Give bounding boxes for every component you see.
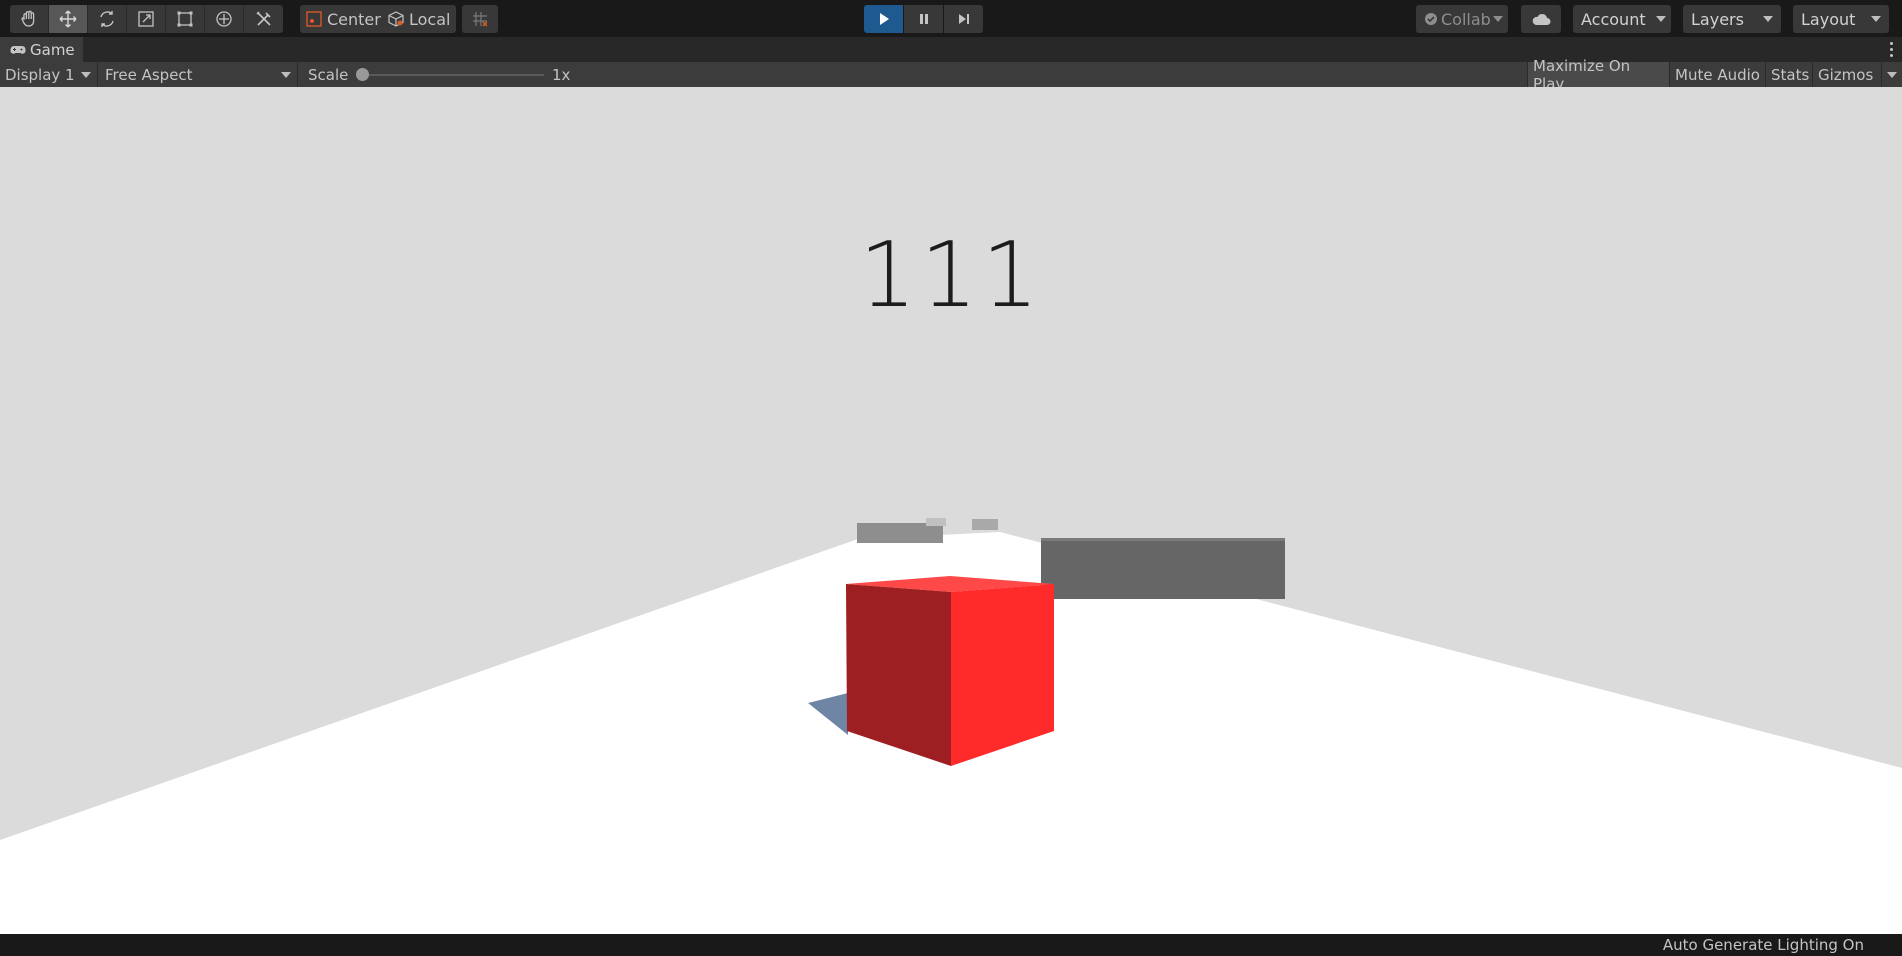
custom-tool-button[interactable]	[244, 5, 283, 33]
scale-tool-button[interactable]	[127, 5, 166, 33]
layout-caret-icon	[1871, 16, 1881, 22]
distant-obstacle	[926, 518, 946, 526]
stats-label: Stats	[1771, 65, 1810, 84]
pivot-rotation-toggle[interactable]: Local	[382, 5, 457, 33]
scale-slider-track[interactable]	[360, 74, 544, 76]
layers-label: Layers	[1691, 9, 1744, 29]
account-caret-icon	[1655, 16, 1666, 22]
tab-game[interactable]: Game	[0, 37, 83, 62]
cloud-icon	[1532, 13, 1551, 25]
distant-obstacle	[972, 519, 998, 530]
display-select-label: Display 1	[5, 65, 75, 84]
stats-toggle[interactable]: Stats	[1765, 62, 1812, 87]
hand-icon	[21, 10, 35, 27]
aspect-select-label: Free Aspect	[105, 65, 193, 84]
collab-label: Collab	[1441, 9, 1491, 29]
aspect-caret-icon	[281, 72, 291, 78]
layout-dropdown[interactable]: Layout	[1793, 5, 1889, 33]
pause-button[interactable]	[904, 5, 943, 33]
scale-slider-thumb[interactable]	[356, 68, 369, 81]
collab-check-icon	[1425, 13, 1437, 25]
layers-caret-icon	[1763, 16, 1773, 22]
move-arrows-icon	[59, 10, 77, 28]
score-text: 111	[859, 223, 1043, 328]
rect-tool-button[interactable]	[166, 5, 205, 33]
main-toolbar: Center Local Collab Account Layers Layou…	[0, 0, 1902, 37]
collab-dropdown[interactable]: Collab	[1416, 5, 1508, 33]
account-label: Account	[1581, 9, 1646, 29]
mute-audio-toggle[interactable]: Mute Audio	[1669, 62, 1772, 87]
game-viewport[interactable]: 111	[0, 87, 1902, 934]
play-button[interactable]	[864, 5, 903, 33]
transform-tool-button[interactable]	[205, 5, 244, 33]
mute-audio-label: Mute Audio	[1675, 65, 1760, 84]
scale-label: Scale	[308, 65, 349, 84]
pivot-center-icon	[306, 11, 322, 27]
gizmos-label: Gizmos	[1818, 65, 1874, 84]
move-tool-button[interactable]	[49, 5, 88, 33]
cloud-button[interactable]	[1521, 5, 1561, 33]
transform-icon	[216, 11, 232, 27]
pivot-mode-label: Center	[327, 9, 381, 29]
layers-dropdown[interactable]: Layers	[1683, 5, 1781, 33]
display-caret-icon	[81, 72, 91, 78]
gamepad-icon	[10, 45, 26, 54]
tools-icon	[255, 11, 271, 26]
step-icon	[958, 14, 969, 24]
aspect-select[interactable]: Free Aspect	[100, 62, 298, 87]
maximize-on-play-toggle[interactable]: Maximize On Play	[1527, 57, 1669, 93]
account-dropdown[interactable]: Account	[1573, 5, 1671, 33]
rect-transform-icon	[177, 11, 193, 27]
obstacle-block	[1041, 539, 1285, 599]
play-icon	[879, 13, 889, 25]
tab-menu-kebab-icon[interactable]	[1886, 40, 1896, 58]
game-options-bar: Display 1 Free Aspect Scale 1x Maximize …	[0, 57, 1902, 93]
pivot-rotation-label: Local	[409, 9, 451, 29]
game-scene	[0, 87, 1902, 934]
layout-label: Layout	[1801, 9, 1856, 29]
status-bar: Auto Generate Lighting On	[0, 934, 1902, 956]
gizmos-dropdown[interactable]	[1881, 62, 1902, 87]
collab-caret-icon	[1492, 16, 1503, 22]
hand-tool-button[interactable]	[10, 5, 49, 33]
step-button[interactable]	[944, 5, 983, 33]
transform-tools-group	[10, 5, 283, 33]
rotate-icon	[100, 11, 114, 27]
scale-value: 1x	[552, 65, 571, 84]
grid-snap-icon	[473, 12, 488, 27]
obstacle-block-top	[1041, 538, 1285, 541]
pause-icon	[919, 14, 928, 24]
display-select[interactable]: Display 1	[0, 62, 98, 87]
pivot-mode-toggle[interactable]: Center	[300, 5, 388, 33]
status-text: Auto Generate Lighting On	[1662, 936, 1864, 954]
gizmos-caret-icon	[1887, 71, 1897, 78]
scale-icon	[138, 11, 154, 27]
local-cube-icon	[388, 11, 404, 27]
snap-toggle-button[interactable]	[462, 5, 498, 33]
rotate-tool-button[interactable]	[88, 5, 127, 33]
gizmos-toggle[interactable]: Gizmos	[1812, 62, 1881, 87]
tab-game-label: Game	[30, 40, 75, 59]
